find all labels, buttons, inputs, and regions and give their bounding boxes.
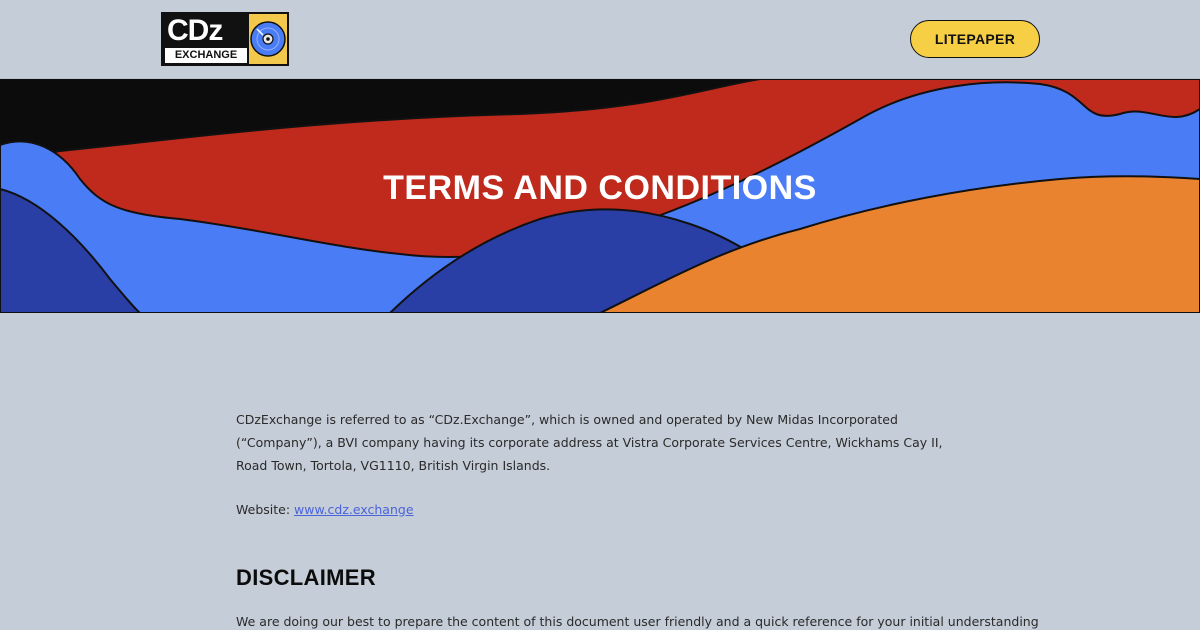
website-label: Website:: [236, 502, 295, 517]
website-link[interactable]: www.cdz.exchange: [294, 502, 414, 517]
top-navigation-bar: CDz EXCHANGE LITEPAPER: [0, 0, 1200, 79]
website-line: Website: www.cdz.exchange: [236, 498, 966, 521]
litepaper-button[interactable]: LITEPAPER: [910, 20, 1040, 58]
disc-icon: [249, 12, 289, 66]
logo-bottom-text: EXCHANGE: [165, 48, 247, 63]
disclaimer-heading: DISCLAIMER: [236, 565, 376, 590]
terms-content: CDzExchange is referred to as “CDz.Excha…: [236, 408, 1039, 630]
intro-paragraph: CDzExchange is referred to as “CDz.Excha…: [236, 412, 943, 473]
page-title: TERMS AND CONDITIONS: [383, 169, 817, 207]
logo-top-text: CDz: [167, 14, 223, 47]
logo-wordmark: CDz EXCHANGE: [161, 12, 249, 66]
disclaimer-paragraph: We are doing our best to prepare the con…: [236, 614, 1039, 629]
hero-banner: TERMS AND CONDITIONS: [0, 79, 1200, 313]
cdz-exchange-logo[interactable]: CDz EXCHANGE: [161, 12, 289, 66]
